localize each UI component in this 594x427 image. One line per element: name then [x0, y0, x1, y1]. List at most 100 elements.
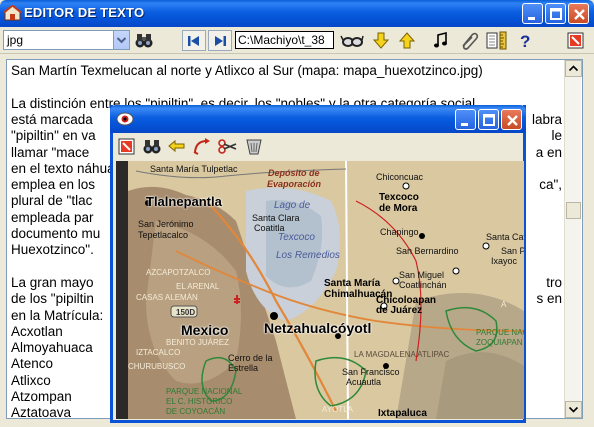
map-label: AYOTLA: [322, 405, 353, 414]
map-exit-button[interactable]: [116, 136, 138, 157]
map-label: Tlalnepantla: [146, 194, 222, 209]
chevron-down-icon[interactable]: [113, 31, 129, 49]
map-viewer-window: Santa María Tulpetlac Depósito de Evaporac…: [110, 105, 526, 423]
window-title: EDITOR DE TEXTO: [24, 5, 145, 20]
search-button[interactable]: [133, 30, 155, 51]
app-icon: [3, 4, 22, 21]
maximize-button[interactable]: [545, 3, 566, 24]
paperclip-icon: [462, 32, 479, 50]
editor-line-fragment: labra: [531, 111, 562, 127]
map-label: Cerro de la: [228, 353, 273, 363]
editor-line-fragment: tro: [546, 274, 562, 290]
map-label: Ixtapaluca: [378, 408, 427, 419]
last-page-button[interactable]: [208, 30, 232, 51]
curve-arrow-icon: [193, 138, 210, 155]
map-label: DE COYOACÁN: [166, 407, 226, 416]
path-value: C:\Machiyo\t_38: [238, 33, 325, 47]
map-maximize-button[interactable]: [478, 109, 499, 130]
exit-button[interactable]: [565, 30, 587, 51]
toolbar: jpg C:\Machiyo\t_38 ?: [0, 27, 594, 54]
map-label: Tepetlacalco: [138, 230, 189, 240]
binoculars-icon: [143, 140, 161, 154]
ruler-icon: [486, 31, 507, 50]
map-label: Depósito de: [268, 168, 320, 178]
map-label: Mexico: [181, 322, 229, 338]
map-delete-button[interactable]: [243, 136, 265, 157]
editor-line-fragment: s en: [536, 291, 562, 307]
editor-line-fragment: le: [551, 128, 562, 144]
help-button[interactable]: ?: [514, 30, 536, 51]
scroll-down-button[interactable]: [565, 401, 582, 418]
file-type-value: jpg: [7, 33, 24, 47]
map-toolbar: [113, 133, 523, 159]
glasses-button[interactable]: [340, 30, 364, 51]
map-minimize-button[interactable]: [455, 109, 476, 130]
scrollbar-thumb[interactable]: [566, 202, 581, 219]
music-button[interactable]: [430, 30, 452, 51]
map-label: Chapingo: [380, 227, 419, 237]
editor-line: San Martín Texmelucan al norte y Atlixco…: [11, 63, 483, 78]
map-back-button[interactable]: [166, 136, 188, 157]
map-label: Acuautla: [346, 377, 382, 387]
editor-line: documento mu: [11, 226, 101, 241]
exit-icon: [118, 138, 135, 155]
map-label: AZCAPOTZALCO: [146, 268, 211, 277]
map-cut-button[interactable]: [217, 136, 239, 157]
map-label: Texcoco: [379, 192, 419, 203]
editor-line: Atenco: [11, 356, 54, 372]
map-title-bar[interactable]: [110, 105, 526, 133]
map-label: CASAS ALEMÁN: [136, 293, 198, 302]
path-field[interactable]: C:\Machiyo\t_38: [235, 31, 334, 49]
map-search-button[interactable]: [141, 136, 163, 157]
close-button[interactable]: [568, 3, 589, 24]
music-icon: [434, 31, 447, 48]
map-label: ZOQUIAPAN Y AN: [476, 338, 524, 347]
attach-button[interactable]: [458, 30, 480, 51]
file-type-combo[interactable]: jpg: [3, 30, 130, 50]
editor-line: Atlixco: [11, 372, 51, 388]
map-image[interactable]: Santa María Tulpetlac Depósito de Evaporac…: [116, 161, 524, 419]
editor-line: Acxotlan: [11, 323, 63, 339]
map-label: A: [501, 300, 507, 309]
map-label: Ixayoc: [491, 256, 518, 266]
editor-line: emplea en los: [11, 177, 96, 193]
editor-line: plural de "tlac: [11, 193, 93, 209]
first-icon: [188, 36, 199, 46]
map-label: de Juárez: [376, 305, 423, 316]
editor-line: en el texto náhuat: [11, 160, 119, 176]
map-label: Lago de: [274, 200, 311, 211]
map-label: Estrella: [228, 363, 259, 373]
editor-line-fragment: a en: [535, 144, 562, 160]
editor-line: en la Matrícula:: [11, 307, 104, 323]
editor-line: "pipiltin" en va: [11, 128, 96, 144]
ruler-button[interactable]: [485, 30, 513, 51]
map-label: 150D: [176, 308, 196, 317]
map-close-button[interactable]: [501, 109, 522, 130]
map-label: San Bernardino: [396, 246, 459, 256]
title-bar[interactable]: EDITOR DE TEXTO: [0, 0, 594, 27]
map-label: Netzahualcóyotl: [264, 320, 372, 336]
map-label: Coatlinchán: [399, 280, 447, 290]
map-label: Santa Catarina: [486, 232, 524, 242]
minimize-button[interactable]: [522, 3, 543, 24]
map-label: Santa Clara: [252, 213, 300, 223]
down-arrow-icon: [372, 32, 390, 49]
svg-text:?: ?: [520, 32, 530, 51]
map-label: Chiconcuac: [376, 172, 424, 182]
map-label: EL ARENAL: [176, 282, 220, 291]
editor-line: empleada par: [11, 209, 94, 225]
move-down-button[interactable]: [370, 30, 392, 51]
map-label: San Francisco: [342, 367, 400, 377]
editor-line: Almoyahuaca: [11, 340, 93, 356]
first-page-button[interactable]: [182, 30, 206, 51]
editor-line: Aztatoava: [11, 405, 72, 419]
map-label: de Mora: [379, 203, 418, 214]
editor-line: llamar "mace: [11, 144, 90, 160]
scroll-up-button[interactable]: [565, 60, 582, 77]
editor-line: de los "pipiltin: [11, 291, 94, 307]
map-rotate-button[interactable]: [191, 136, 213, 157]
map-label: Evaporación: [267, 179, 322, 189]
exit-icon: [567, 32, 584, 49]
move-up-button[interactable]: [396, 30, 418, 51]
vertical-scrollbar[interactable]: [564, 60, 582, 418]
